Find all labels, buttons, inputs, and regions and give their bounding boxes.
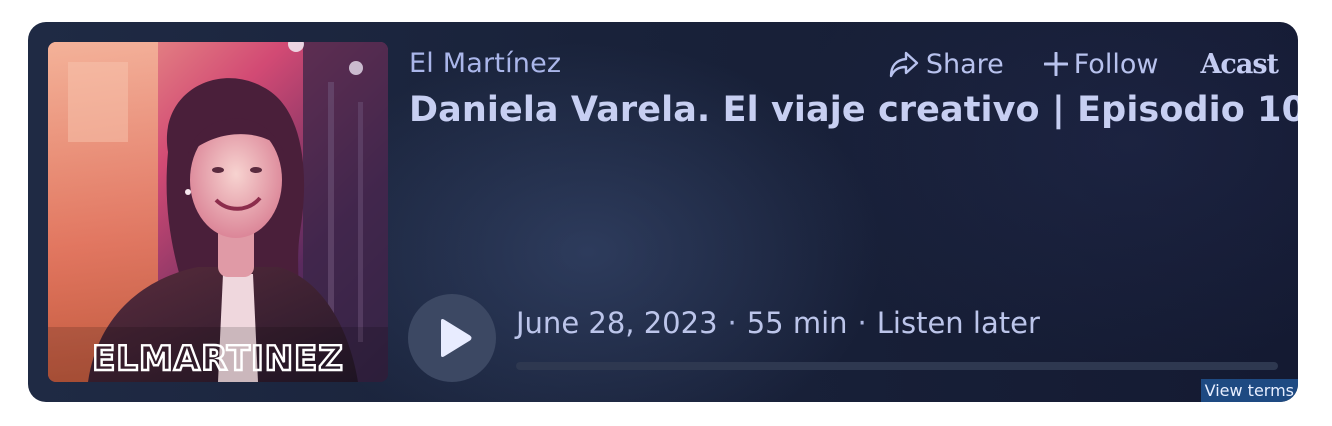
- meta-separator: ·: [857, 306, 867, 340]
- play-icon: [441, 319, 472, 357]
- podcast-name-link[interactable]: El Martínez: [409, 48, 561, 79]
- listen-later-button[interactable]: Listen later: [877, 306, 1040, 340]
- top-actions: Share Follow Acast: [888, 46, 1279, 82]
- episode-title[interactable]: Daniela Varela. El viaje creativo | Epis…: [409, 90, 1298, 130]
- progress-bar[interactable]: [516, 362, 1278, 370]
- view-terms-link[interactable]: View terms: [1200, 379, 1298, 402]
- episode-duration: 55 min: [746, 306, 848, 340]
- cover-logo-text: ELMARTINEZ: [92, 339, 344, 379]
- podcast-player: ELMARTINEZ El Martínez Share Follow Acas…: [28, 22, 1298, 402]
- acast-logo-link[interactable]: Acast: [1200, 49, 1279, 80]
- share-arrow-icon: [889, 51, 919, 78]
- podcast-cover-image: ELMARTINEZ: [48, 42, 388, 382]
- plus-icon: [1043, 52, 1068, 76]
- follow-button[interactable]: Follow: [1043, 48, 1159, 80]
- share-label: Share: [925, 48, 1004, 80]
- follow-label: Follow: [1073, 48, 1159, 80]
- episode-meta: June 28, 2023 · 55 min · Listen later: [516, 306, 1040, 340]
- share-button[interactable]: Share: [888, 49, 1004, 80]
- meta-separator: ·: [727, 306, 737, 340]
- play-button[interactable]: [408, 294, 496, 382]
- episode-date: June 28, 2023: [516, 306, 718, 340]
